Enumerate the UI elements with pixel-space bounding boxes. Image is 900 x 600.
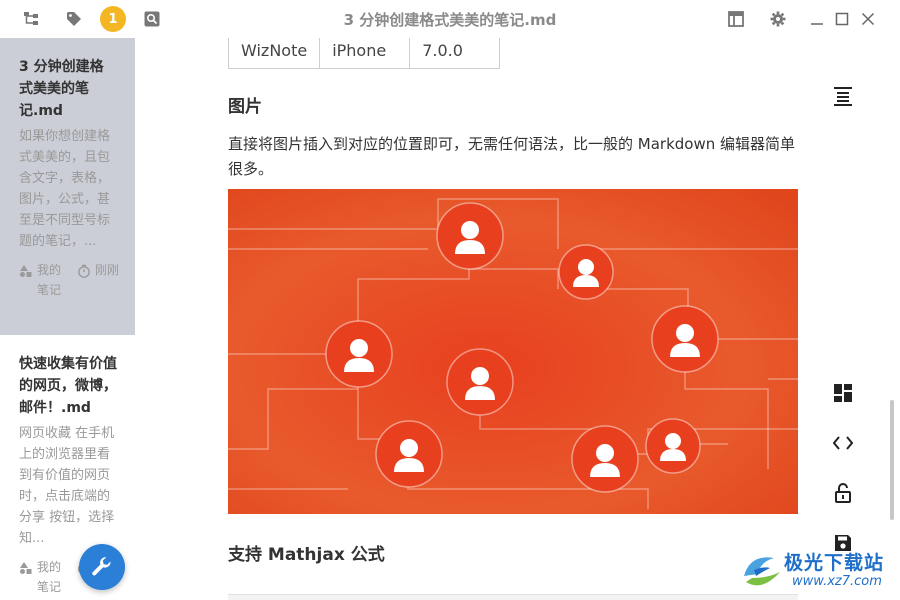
minimize-icon[interactable] <box>808 10 826 28</box>
note-time: 刚刚 <box>77 260 125 300</box>
tree-icon[interactable] <box>22 10 40 28</box>
window-title: 3 分钟创建格式美美的笔记.md <box>343 11 557 29</box>
note-list-item[interactable]: 3 分钟创建格式美美的笔记.md 如果你想创建格式美美的，且包含文字，表格，图片… <box>0 38 135 335</box>
maximize-icon[interactable] <box>833 10 851 28</box>
watermark-logo <box>744 557 780 586</box>
watermark-url: www.xz7.com <box>792 574 882 589</box>
note-title: 3 分钟创建格式美美的笔记.md <box>19 59 104 119</box>
table-cell: WizNote <box>227 38 321 69</box>
note-snippet: 网页收藏 在手机上的浏览器里看到有价值的网页时，点击底端的 分享 按钮，选择 知… <box>19 426 115 546</box>
layout-icon[interactable] <box>727 10 745 28</box>
folder-icon <box>20 562 32 574</box>
note-meta: 我的笔记 刚刚 <box>19 260 119 300</box>
tag-icon[interactable] <box>65 10 83 28</box>
notification-badge[interactable]: 1 <box>100 6 126 32</box>
gear-icon[interactable] <box>769 10 787 28</box>
dashboard-icon[interactable] <box>832 382 854 404</box>
folder-icon <box>20 265 32 277</box>
section-heading-mathjax: 支持 Mathjax 公式 <box>228 545 385 565</box>
lock-icon[interactable] <box>832 482 854 504</box>
clock-icon <box>78 264 90 278</box>
app-window: 1 3 分钟创建格式美美的笔记.md 3 分钟创建格式美美的笔记.md 如果你想… <box>0 0 900 600</box>
editor-content[interactable]: WizNote iPhone 7.0.0 图片 直接将图片插入到对应的位置即可，… <box>135 38 825 600</box>
note-title: 快速收集有价值的网页，微博，邮件！.md <box>19 356 117 416</box>
section-heading-images: 图片 <box>228 97 262 117</box>
note-list-sidebar: 3 分钟创建格式美美的笔记.md 如果你想创建格式美美的，且包含文字，表格，图片… <box>0 38 135 600</box>
code-icon[interactable] <box>832 432 854 454</box>
code-block <box>228 594 798 600</box>
tools-fab-button[interactable] <box>79 544 125 590</box>
align-center-icon[interactable] <box>832 85 854 107</box>
search-icon[interactable] <box>143 10 161 28</box>
markdown-table: WizNote iPhone 7.0.0 <box>227 38 501 69</box>
wrench-icon <box>92 557 111 576</box>
scrollbar[interactable] <box>890 400 894 520</box>
note-folder: 我的笔记 <box>19 260 67 300</box>
table-row: WizNote iPhone 7.0.0 <box>227 38 501 69</box>
note-snippet: 如果你想创建格式美美的，且包含文字，表格，图片，公式，甚至是不同型号标题的笔记，… <box>19 129 111 249</box>
banner-image <box>228 189 798 514</box>
table-cell: iPhone <box>319 38 411 69</box>
watermark: 极光下载站 www.xz7.com <box>740 548 900 596</box>
images-paragraph: 直接将图片插入到对应的位置即可，无需任何语法，比一般的 Markdown 编辑器… <box>228 135 796 178</box>
table-cell: 7.0.0 <box>409 38 501 69</box>
title-bar: 1 3 分钟创建格式美美的笔记.md <box>0 0 900 38</box>
watermark-title: 极光下载站 <box>784 552 885 574</box>
close-icon[interactable] <box>859 10 877 28</box>
note-folder: 我的笔记 <box>19 557 67 597</box>
